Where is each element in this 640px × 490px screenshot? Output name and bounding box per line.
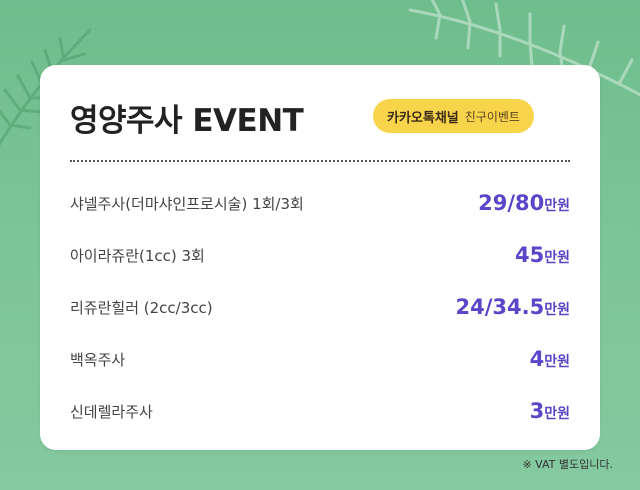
badge-primary-text: 카카오톡채널 [387,110,459,126]
price-unit: 만원 [544,406,570,422]
vat-note: ※ VAT 별도입니다. [522,458,613,471]
price-unit: 만원 [544,250,570,266]
kakao-channel-badge: 카카오톡채널 친구이벤트 [373,99,534,133]
price-list: 샤넬주사(더마샤인프로시술) 1회/3회 29/80만원 아이라쥬란(1cc) … [70,177,570,437]
item-name: 아이라쥬란(1cc) 3회 [70,246,205,265]
list-item: 신데렐라주사 3만원 [70,385,570,437]
item-name: 백옥주사 [70,350,126,369]
page-title: 영양주사 EVENT [70,103,304,139]
dotted-divider [70,160,570,162]
price-value: 45 [515,243,545,267]
badge-secondary-text: 친구이벤트 [464,109,520,124]
event-card: 영양주사 EVENT 카카오톡채널 친구이벤트 샤넬주사(더마샤인프로시술) 1… [40,65,600,450]
item-price: 3만원 [530,399,570,423]
list-item: 샤넬주사(더마샤인프로시술) 1회/3회 29/80만원 [70,177,570,229]
item-price: 24/34.5만원 [456,295,570,319]
price-unit: 만원 [544,354,570,370]
price-unit: 만원 [544,302,570,318]
price-value: 3 [529,399,545,423]
item-name: 신데렐라주사 [70,402,153,421]
item-price: 29/80만원 [478,191,570,215]
list-item: 리쥬란힐러 (2cc/3cc) 24/34.5만원 [70,281,570,333]
item-price: 4만원 [530,347,570,371]
item-name: 샤넬주사(더마샤인프로시술) 1회/3회 [70,194,304,213]
list-item: 백옥주사 4만원 [70,333,570,385]
list-item: 아이라쥬란(1cc) 3회 45만원 [70,229,570,281]
price-value: 24/34.5 [455,295,545,319]
price-unit: 만원 [544,198,570,214]
item-name: 리쥬란힐러 (2cc/3cc) [70,298,213,317]
item-price: 45만원 [515,243,570,267]
price-value: 4 [529,347,545,371]
price-value: 29/80 [478,191,545,215]
